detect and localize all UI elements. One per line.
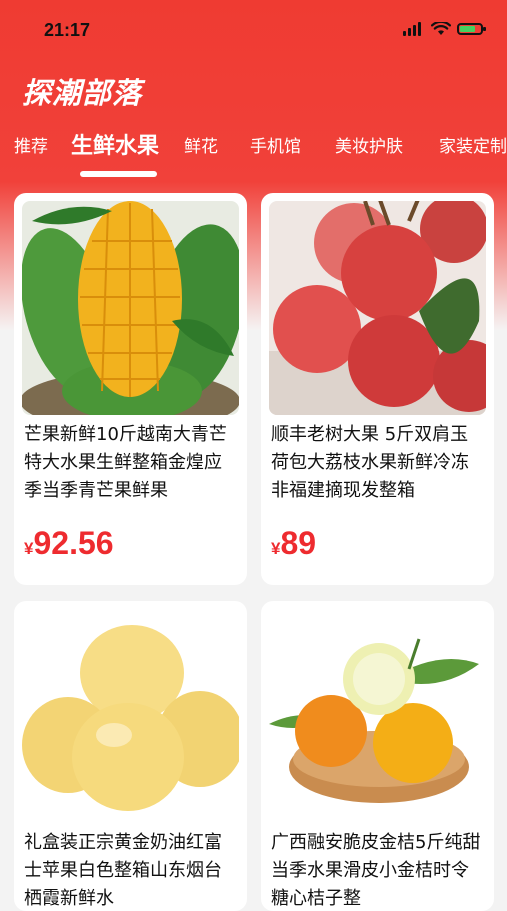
category-tabs: 推荐 生鲜水果 鲜花 手机馆 美妆护肤 家装定制 xyxy=(0,132,507,182)
product-card[interactable]: 芒果新鲜10斤越南大青芒特大水果生鲜整箱金煌应季当季青芒果鲜果 ¥92.56 xyxy=(14,193,247,585)
product-title: 顺丰老树大果 5斤双肩玉荷包大荔枝水果新鲜冷冻非福建摘现发整箱 xyxy=(271,424,469,501)
status-time: 21:17 xyxy=(44,20,91,40)
product-title: 芒果新鲜10斤越南大青芒特大水果生鲜整箱金煌应季当季青芒果鲜果 xyxy=(24,424,227,501)
product-image-kumquat xyxy=(269,609,486,823)
product-card[interactable]: 顺丰老树大果 5斤双肩玉荷包大荔枝水果新鲜冷冻非福建摘现发整箱 ¥89 xyxy=(261,193,494,585)
status-icons xyxy=(403,22,486,36)
tab-flowers[interactable]: 鲜花 xyxy=(184,132,218,157)
product-image-golden-apple xyxy=(22,609,239,823)
product-price: ¥89 xyxy=(271,525,316,562)
product-image-mango xyxy=(22,201,239,415)
product-card[interactable]: 广西融安脆皮金桔5斤纯甜当季水果滑皮小金桔时令糖心桔子整 xyxy=(261,601,494,911)
product-title: 广西融安脆皮金桔5斤纯甜当季水果滑皮小金桔时令糖心桔子整 xyxy=(271,832,481,909)
tab-recommend[interactable]: 推荐 xyxy=(14,132,48,157)
product-image-lychee xyxy=(269,201,486,415)
cellular-signal-icon xyxy=(403,22,425,36)
app-title: 探潮部落 xyxy=(22,76,143,110)
tab-phones[interactable]: 手机馆 xyxy=(250,132,301,157)
tab-fresh-fruit[interactable]: 生鲜水果 xyxy=(71,128,159,160)
wifi-icon xyxy=(431,22,451,35)
price-value: 89 xyxy=(280,525,317,561)
price-value: 92.56 xyxy=(33,525,114,561)
tab-beauty[interactable]: 美妆护肤 xyxy=(335,132,403,157)
product-title: 礼盒装正宗黄金奶油红富士苹果白色整箱山东烟台栖霞新鲜水 xyxy=(24,832,222,909)
product-price: ¥92.56 xyxy=(24,525,114,562)
battery-icon xyxy=(457,23,486,35)
status-bar: 21:17 xyxy=(0,0,507,66)
product-card[interactable]: 礼盒装正宗黄金奶油红富士苹果白色整箱山东烟台栖霞新鲜水 xyxy=(14,601,247,911)
active-tab-indicator xyxy=(80,171,157,177)
tab-home-custom[interactable]: 家装定制 xyxy=(439,132,507,157)
